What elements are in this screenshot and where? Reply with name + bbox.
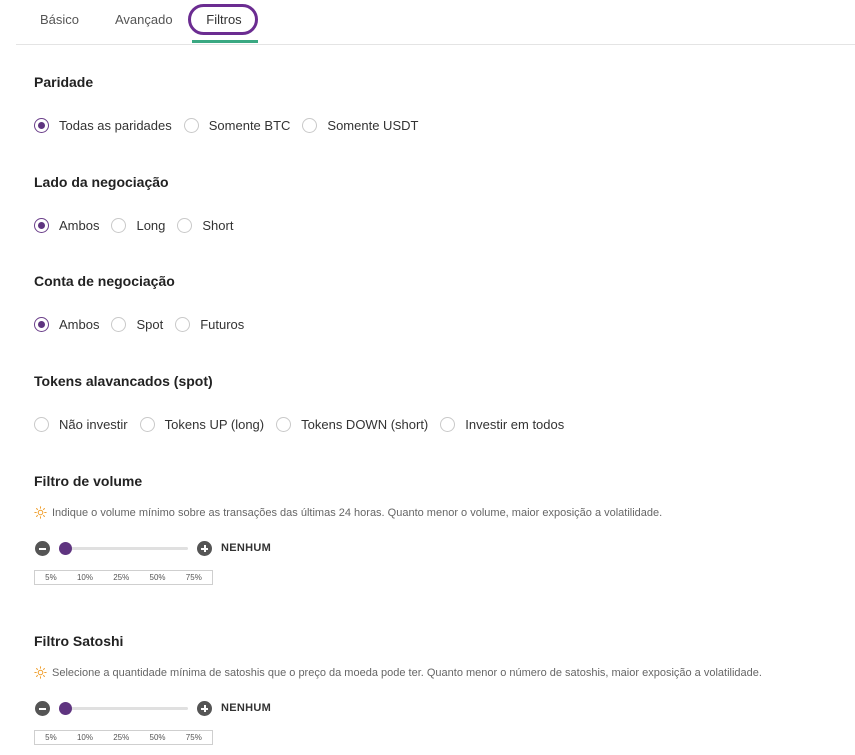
preset-option[interactable]: 5% (45, 573, 57, 582)
radio-label: Long (136, 217, 166, 233)
radio-option[interactable]: Tokens UP (long) (139, 416, 265, 432)
radio-label: Short (202, 217, 234, 233)
radio-option[interactable]: Ambos (34, 316, 100, 332)
leveraged-tokens-title: Tokens alavancados (spot) (34, 373, 213, 389)
satoshi-decrease-button[interactable] (35, 701, 50, 716)
volume-slider: NENHUM (35, 541, 295, 557)
radio-option[interactable]: Não investir (34, 416, 128, 432)
radio-button[interactable] (177, 217, 193, 233)
pairing-title: Paridade (34, 74, 94, 90)
preset-option[interactable]: 75% (186, 573, 202, 582)
radio-button[interactable] (34, 117, 49, 133)
satoshi-filter-hint-text: Selecione a quantidade mínima de satoshi… (52, 666, 762, 679)
satoshi-slider-track[interactable] (59, 707, 188, 710)
radio-label: Futuros (200, 316, 245, 332)
volume-presets: 5% 10% 25% 50% 75% (34, 570, 213, 585)
satoshi-slider-thumb[interactable] (59, 702, 72, 715)
radio-option[interactable]: Somente USDT (302, 117, 419, 133)
radio-option[interactable]: Investir em todos (440, 416, 565, 432)
radio-label: Ambos (59, 217, 100, 233)
radio-button[interactable] (440, 416, 456, 432)
tab-filters[interactable]: Filtros (190, 0, 258, 42)
preset-option[interactable]: 50% (150, 733, 166, 742)
preset-option[interactable]: 25% (113, 733, 129, 742)
preset-option[interactable]: 75% (186, 733, 202, 742)
volume-filter-hint-text: Indique o volume mínimo sobre as transaç… (52, 506, 663, 519)
radio-button[interactable] (302, 117, 318, 133)
trade-account-title: Conta de negociação (34, 273, 175, 289)
radio-label: Não investir (59, 416, 128, 432)
satoshi-filter-hint: Selecione a quantidade mínima de satoshi… (34, 666, 762, 679)
preset-option[interactable]: 25% (113, 573, 129, 582)
satoshi-slider: NENHUM (35, 701, 295, 717)
radio-option[interactable]: Ambos (34, 217, 100, 233)
radio-option[interactable]: Todas as paridades (34, 117, 172, 133)
radio-label: Tokens UP (long) (164, 416, 265, 432)
radio-option[interactable]: Short (177, 217, 234, 233)
radio-label: Tokens DOWN (short) (301, 416, 429, 432)
volume-decrease-button[interactable] (35, 541, 50, 556)
volume-value-label: NENHUM (221, 542, 272, 554)
radio-label: Somente BTC (208, 117, 291, 133)
volume-filter-title: Filtro de volume (34, 473, 143, 489)
satoshi-filter-title: Filtro Satoshi (34, 633, 124, 649)
volume-slider-thumb[interactable] (59, 542, 72, 555)
preset-option[interactable]: 50% (150, 573, 166, 582)
radio-button[interactable] (175, 316, 191, 332)
radio-label: Ambos (59, 316, 100, 332)
trade-account-radio-group: Ambos Spot Futuros (34, 315, 256, 333)
preset-option[interactable]: 5% (45, 733, 57, 742)
radio-option[interactable]: Tokens DOWN (short) (276, 416, 429, 432)
leveraged-tokens-radio-group: Não investir Tokens UP (long) Tokens DOWN … (34, 415, 576, 433)
preset-option[interactable]: 10% (77, 573, 93, 582)
radio-button[interactable] (34, 316, 49, 332)
radio-button[interactable] (111, 217, 127, 233)
radio-button[interactable] (34, 416, 49, 432)
trade-side-title: Lado da negociação (34, 174, 169, 190)
active-tab-indicator (192, 40, 258, 43)
radio-option[interactable]: Futuros (175, 316, 245, 332)
radio-button[interactable] (111, 316, 127, 332)
lightbulb-icon (34, 506, 47, 519)
radio-label: Somente USDT (327, 117, 419, 133)
radio-option[interactable]: Somente BTC (183, 117, 291, 133)
tab-basic[interactable]: Básico (40, 0, 79, 42)
tab-advanced[interactable]: Avançado (115, 0, 173, 42)
volume-increase-button[interactable] (197, 541, 212, 556)
satoshi-value-label: NENHUM (221, 702, 272, 714)
lightbulb-icon (34, 666, 47, 679)
radio-option[interactable]: Spot (111, 316, 164, 332)
radio-label: Todas as paridades (59, 117, 172, 133)
radio-label: Investir em todos (465, 416, 565, 432)
preset-option[interactable]: 10% (77, 733, 93, 742)
tab-bar: Básico Avançado Filtros (16, 0, 855, 45)
radio-label: Spot (136, 316, 164, 332)
trade-side-radio-group: Ambos Long Short (34, 216, 245, 234)
pairing-radio-group: Todas as paridades Somente BTC Somente USD… (34, 116, 430, 134)
radio-button[interactable] (276, 416, 292, 432)
radio-option[interactable]: Long (111, 217, 166, 233)
satoshi-increase-button[interactable] (197, 701, 212, 716)
radio-button[interactable] (139, 416, 155, 432)
volume-filter-hint: Indique o volume mínimo sobre as transaç… (34, 506, 662, 519)
volume-slider-track[interactable] (59, 547, 188, 550)
radio-button[interactable] (183, 117, 199, 133)
satoshi-presets: 5% 10% 25% 50% 75% (34, 730, 213, 745)
radio-button[interactable] (34, 217, 49, 233)
